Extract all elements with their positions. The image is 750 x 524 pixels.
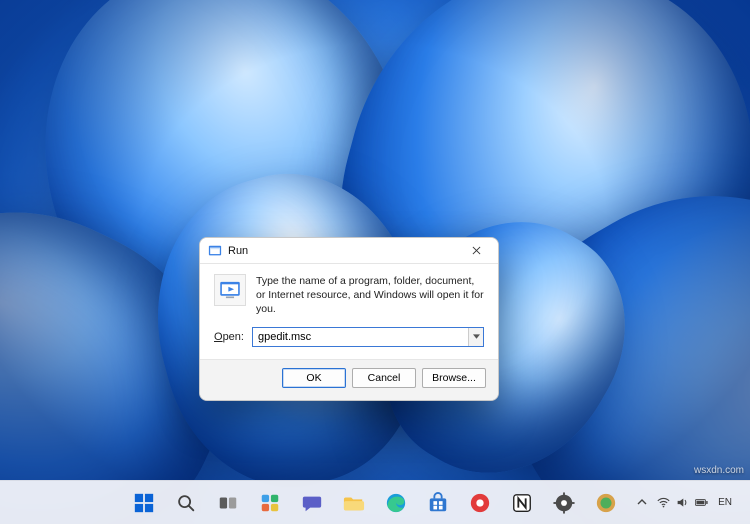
widgets-button[interactable] <box>252 485 288 521</box>
search-icon <box>175 492 197 514</box>
app-red-icon <box>469 492 491 514</box>
folder-icon <box>343 492 365 514</box>
run-titlebar[interactable]: Run <box>200 238 498 264</box>
run-program-icon <box>214 274 246 306</box>
store-icon <box>427 492 449 514</box>
edge-icon <box>385 492 407 514</box>
app3-button[interactable] <box>588 485 624 521</box>
browse-button[interactable]: Browse... <box>422 368 486 388</box>
wifi-icon[interactable] <box>657 496 670 509</box>
taskview-icon <box>217 492 239 514</box>
battery-icon[interactable] <box>695 496 708 509</box>
open-dropdown-button[interactable] <box>468 328 483 346</box>
taskbar: EN <box>0 480 750 524</box>
ok-button[interactable]: OK <box>282 368 346 388</box>
watermark: wsxdn.com <box>694 465 744 476</box>
file-explorer-button[interactable] <box>336 485 372 521</box>
edge-button[interactable] <box>378 485 414 521</box>
run-title: Run <box>228 245 458 257</box>
app-n-icon <box>511 492 533 514</box>
start-button[interactable] <box>126 485 162 521</box>
close-button[interactable] <box>458 238 494 264</box>
widgets-icon <box>259 492 281 514</box>
system-tray: EN <box>637 481 742 524</box>
tray-language[interactable]: EN <box>718 497 732 508</box>
taskbar-center <box>126 485 624 521</box>
windows-icon <box>133 492 155 514</box>
gear-icon <box>553 492 575 514</box>
open-input[interactable] <box>252 327 484 347</box>
run-dialog: Run Type the name of a program, folder, … <box>199 237 499 401</box>
chat-icon <box>301 492 323 514</box>
desktop: Run Type the name of a program, folder, … <box>0 0 750 524</box>
cancel-button[interactable]: Cancel <box>352 368 416 388</box>
volume-icon[interactable] <box>676 496 689 509</box>
search-button[interactable] <box>168 485 204 521</box>
app-green-icon <box>595 492 617 514</box>
settings-button[interactable] <box>546 485 582 521</box>
run-titlebar-icon <box>208 244 222 258</box>
app1-button[interactable] <box>462 485 498 521</box>
store-button[interactable] <box>420 485 456 521</box>
open-label: Open: <box>214 331 244 343</box>
run-description: Type the name of a program, folder, docu… <box>256 274 484 317</box>
tray-chevron-up-icon[interactable] <box>637 497 647 508</box>
app2-button[interactable] <box>504 485 540 521</box>
task-view-button[interactable] <box>210 485 246 521</box>
chat-button[interactable] <box>294 485 330 521</box>
